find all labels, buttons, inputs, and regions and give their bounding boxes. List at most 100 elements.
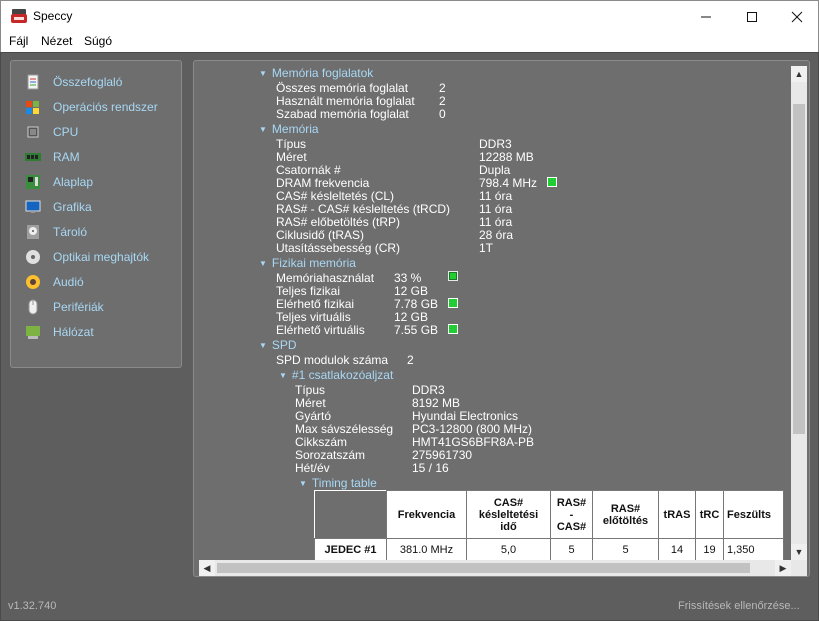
table-cell: 1,350 [723,538,784,561]
table-header-cell: RAS# előtöltés [592,490,659,539]
field-label: Használt memória foglalat [276,94,415,108]
sidebar-item-summary[interactable]: Összefoglaló [25,72,177,92]
table-cell: 19 [695,538,724,561]
field-value: 15 / 16 [412,461,449,475]
sidebar-item-label: Perifériák [53,300,104,314]
field-label: Max sávszélesség [295,422,394,436]
windows-icon [26,101,39,114]
menu-bar: Fájl Nézet Súgó [0,31,819,52]
mouse-icon [28,299,38,315]
field-value: Hyundai Electronics [412,409,519,423]
summary-icon [27,74,39,90]
menu-file[interactable]: Fájl [9,34,28,48]
scrollbar-corner [791,560,807,576]
field-value: DDR3 [412,383,445,397]
close-button[interactable] [774,1,819,32]
sidebar-item-label: Grafika [53,200,92,214]
minimize-button[interactable] [683,1,729,32]
motherboard-icon [26,175,40,189]
section-spd[interactable]: ▼ SPD [259,338,297,352]
field-value: 2 [439,94,446,108]
field-label: DRAM frekvencia [276,176,370,190]
scroll-right-icon[interactable]: ▶ [775,560,791,576]
collapse-triangle-icon: ▼ [259,68,267,78]
check-updates-link[interactable]: Frissítések ellenőrzése... [678,600,800,612]
sidebar-item-graphics[interactable]: Grafika [25,197,177,217]
field-value: 11 óra [479,215,513,229]
field-value: 12288 MB [479,150,534,164]
sidebar-item-optical[interactable]: Optikai meghajtók [25,247,177,267]
horizontal-scrollbar[interactable]: ◀ ▶ [199,560,791,576]
vertical-scrollbar[interactable]: ▲ ▼ [791,66,807,560]
section-memory-slots[interactable]: ▼ Memória foglalatok [259,66,373,80]
monitor-icon [25,200,41,213]
field-label: Teljes fizikai [276,284,341,298]
section-physical-memory[interactable]: ▼ Fizikai memória [259,256,356,270]
section-title: Timing table [311,476,377,490]
field-value: 2 [407,353,414,367]
sidebar-item-label: Audió [53,275,84,289]
scrollbar-thumb[interactable] [793,104,805,434]
table-cell: 5 [592,538,659,561]
sidebar-item-network[interactable]: Hálózat [25,322,177,342]
status-indicator-icon [448,271,458,281]
field-label: Sorozatszám [295,448,366,462]
section-timing-table[interactable]: ▼ Timing table [299,476,377,490]
sidebar: Összefoglaló Operációs rendszer CPU RAM … [10,60,182,368]
menu-view[interactable]: Nézet [41,34,72,48]
table-cell: JEDEC #1 [314,538,387,561]
scroll-left-icon[interactable]: ◀ [199,560,215,576]
status-indicator-icon [448,298,458,308]
section-title: Memória [271,122,319,136]
speccy-app-icon [11,9,27,23]
collapse-triangle-icon: ▼ [259,124,267,134]
close-icon [791,11,803,22]
section-title: SPD [271,338,297,352]
ram-icon [25,153,41,161]
scroll-up-icon[interactable]: ▲ [791,66,807,82]
section-memory[interactable]: ▼ Memória [259,122,319,136]
table-header-cell: tRAS [658,490,696,539]
cpu-icon [27,126,39,138]
section-slot-1[interactable]: ▼ #1 csatlakozóaljzat [279,368,393,382]
sidebar-item-label: Optikai meghajtók [53,250,150,264]
collapse-triangle-icon: ▼ [259,258,267,268]
table-row: JEDEC #1 381.0 MHz 5,0 5 5 14 19 1,350 [314,538,784,561]
sidebar-item-ram[interactable]: RAM [25,147,177,167]
field-value: 2 [439,81,446,95]
sidebar-item-label: Alaplap [53,175,94,189]
maximize-button[interactable] [729,1,775,32]
field-value: 33 % [394,271,422,285]
sidebar-item-audio[interactable]: Audió [25,272,177,292]
scroll-down-icon[interactable]: ▼ [791,544,807,560]
field-value: 1T [479,241,494,255]
field-label: Típus [295,383,326,397]
sidebar-item-storage[interactable]: Tároló [25,222,177,242]
field-label: Memóriahasználat [276,271,375,285]
table-header-cell: CAS# késleltetési idő [466,490,551,539]
field-value: 7.55 GB [394,323,439,337]
field-label: Cikkszám [295,435,348,449]
section-title: #1 csatlakozóaljzat [291,368,394,382]
table-header-row: Frekvencia CAS# késleltetési idő RAS# - … [314,490,784,539]
app-body: Összefoglaló Operációs rendszer CPU RAM … [0,52,819,621]
timing-table: Frekvencia CAS# késleltetési idő RAS# - … [314,490,784,561]
sidebar-item-cpu[interactable]: CPU [25,122,177,142]
menu-help[interactable]: Súgó [84,34,112,48]
field-label: RAS# - CAS# késleltetés (tRCD) [276,202,451,216]
sidebar-item-peripherals[interactable]: Perifériák [25,297,177,317]
sidebar-item-os[interactable]: Operációs rendszer [25,97,177,117]
sidebar-item-label: RAM [53,150,80,164]
sidebar-item-label: Összefoglaló [53,75,123,89]
minimize-icon [701,16,711,17]
scrollbar-thumb[interactable] [217,563,750,573]
field-value: 11 óra [479,189,513,203]
field-value: 11 óra [479,202,513,216]
sidebar-item-label: Tároló [53,225,88,239]
field-label: RAS# előbetöltés (tRP) [276,215,401,229]
field-label: Típus [276,137,307,151]
field-value: Dupla [479,163,511,177]
field-label: Gyártó [295,409,332,423]
field-label: Méret [276,150,307,164]
sidebar-item-motherboard[interactable]: Alaplap [25,172,177,192]
